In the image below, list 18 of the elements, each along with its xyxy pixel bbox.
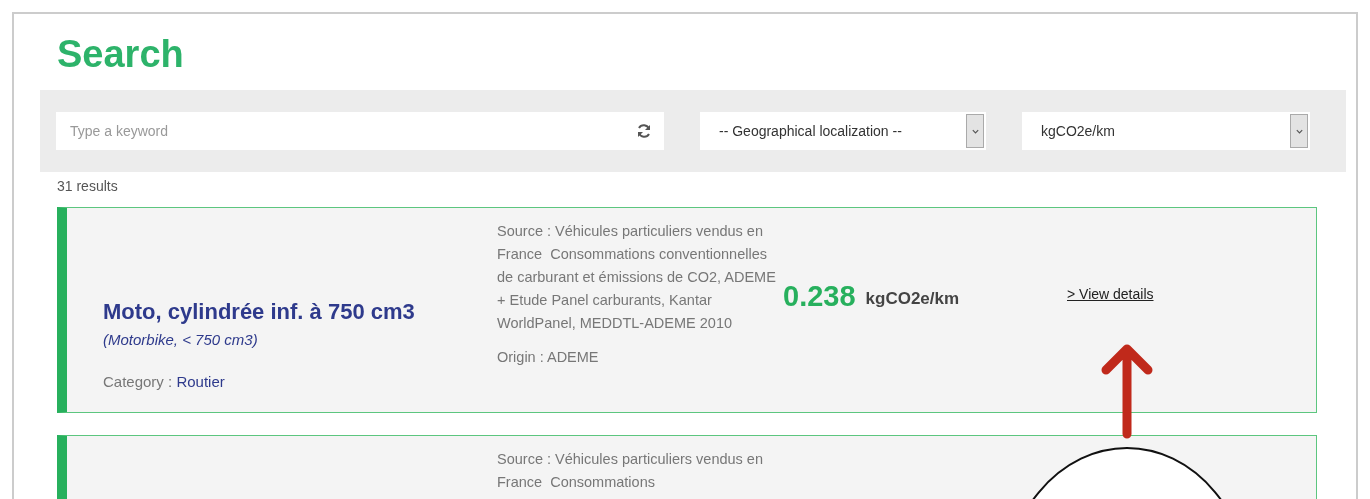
category-value: Routier <box>176 373 225 390</box>
source-text: Source : Véhicules particuliers vendus en France Consommations conventionnelles de carburant et émissions de CO2, ADEME + Etude Panel carburants, Kantar WorldPanel, MEDDTL-ADEME 2010 <box>497 222 777 333</box>
caret-icon[interactable] <box>966 114 984 148</box>
result-count: 31 results <box>57 178 119 194</box>
result-subtitle: (Motorbike, < 750 cm3) <box>103 331 259 348</box>
location-dropdown[interactable]: -- Geographical localization -- <box>700 112 986 150</box>
emission-unit: kgCO2e/km <box>865 289 960 309</box>
caret-icon[interactable] <box>1290 114 1308 148</box>
refresh-icon[interactable] <box>636 123 652 139</box>
unit-dropdown[interactable]: kgCO2e/km <box>1022 112 1310 150</box>
page-title: Search <box>57 32 185 76</box>
origin-text: Origin : ADEME <box>497 348 600 367</box>
result-title[interactable]: Moto, cylindrée inf. à 750 cm3 <box>103 299 497 325</box>
emission-value: 0.238 <box>783 279 856 313</box>
view-details-link[interactable]: > View details <box>1067 285 1154 302</box>
keyword-search-field[interactable]: Type a keyword <box>56 112 664 150</box>
source-text: Source : Véhicules particuliers vendus en France Consommations <box>497 450 764 492</box>
category-label: Category : <box>103 373 173 390</box>
